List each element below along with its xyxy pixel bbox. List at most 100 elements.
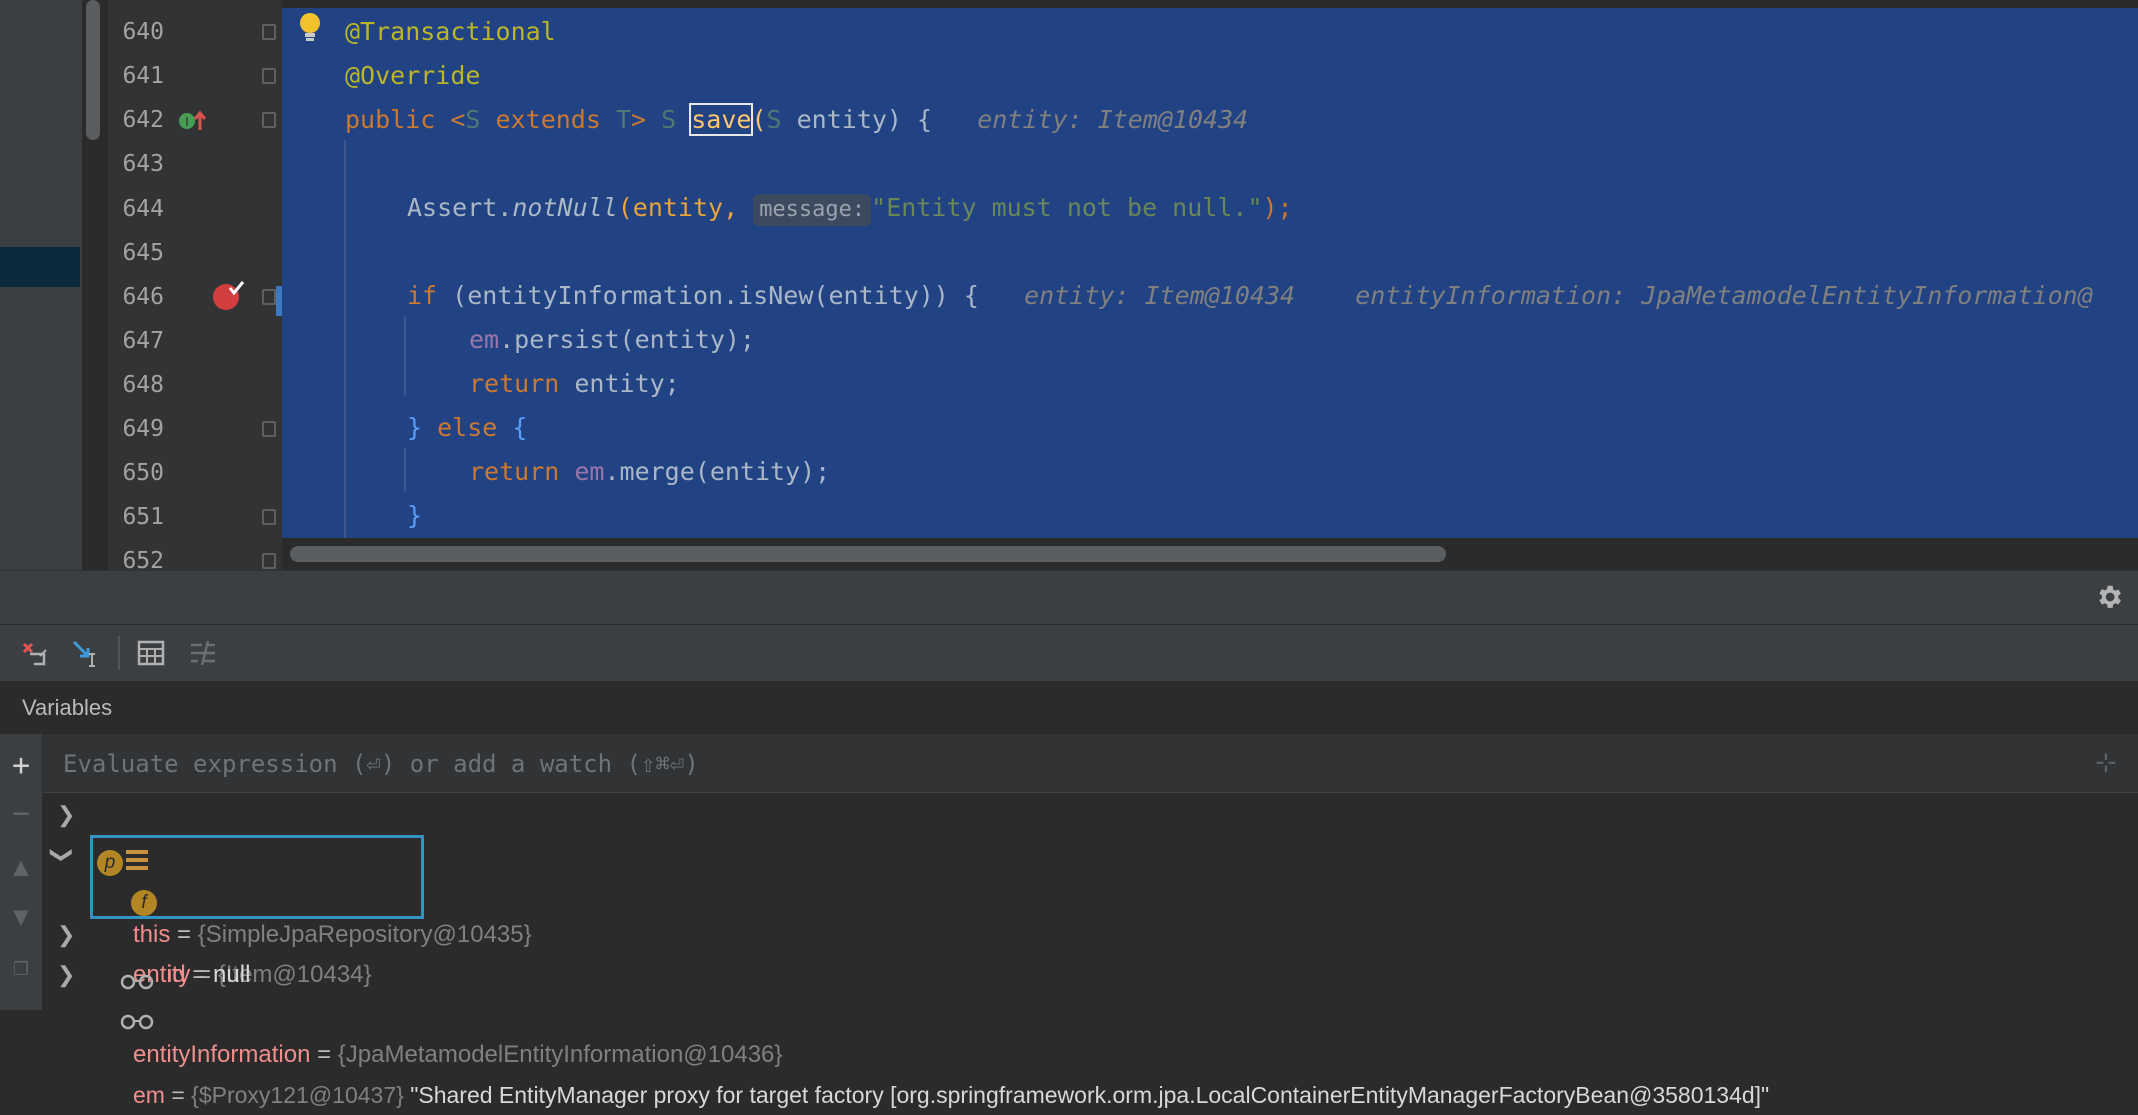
variables-side-toolbar: + − ▲ ▼ ❐ [0,734,43,1010]
add-watch-icon[interactable]: + [0,748,42,783]
debug-panel-header [0,570,2138,625]
call: .persist(entity); [499,325,755,354]
line-number: 648 [122,372,164,398]
variable-string-value: "Shared EntityManager proxy for target f… [403,1082,1770,1108]
method-name-save[interactable]: save [689,103,754,136]
code-line-647[interactable]: em.persist(entity); [469,318,755,362]
field: em [559,457,605,486]
code-line-644[interactable]: Assert.notNull(entity, message: "Entity m… [407,186,1293,230]
variable-value: {JpaMetamodelEntityInformation@10436} [337,1041,783,1068]
chevron-right-icon[interactable]: ❯ [57,915,75,955]
type-param: S [661,105,692,134]
variable-value: {$Proxy121@10437} [191,1082,404,1108]
project-panel-edge [0,0,82,570]
variable-row-em[interactable]: ❯ em = {$Proxy121@10437} "Shared EntityM… [43,955,2138,1108]
indent-guide [404,316,406,396]
line-number: 643 [122,151,164,177]
field: em [469,325,500,354]
horizontal-scrollbar-thumb[interactable] [290,546,1446,562]
move-down-icon[interactable]: ▼ [0,902,42,932]
code-line-642[interactable]: public <S extends T> S save(S entity) { … [345,98,1248,142]
line-number: 646 [122,284,164,310]
fold-marker-icon[interactable] [262,509,276,525]
args: (entity, [617,193,754,222]
line-number: 641 [122,63,164,89]
code-line-648[interactable]: return entity; [469,362,680,406]
line-number: 647 [122,328,164,354]
equals-sign: = [164,1082,192,1108]
remove-watch-icon[interactable]: − [0,796,42,831]
entity-highlight-box [90,835,424,919]
symbol: > [631,105,662,134]
watch-glasses-icon [93,965,154,1085]
settings-list-icon[interactable] [186,636,220,670]
line-number: 651 [122,504,164,530]
brace: } [407,413,438,442]
project-selected-row[interactable] [0,247,80,287]
type-param: S [766,105,782,134]
chevron-right-icon[interactable]: ❯ [57,795,75,835]
evaluate-calculator-icon[interactable] [134,636,168,670]
keyword: extends [480,105,601,134]
code-line-650[interactable]: return em.merge(entity); [469,450,830,494]
code-line-651[interactable]: } [407,494,422,538]
variable-row-this[interactable]: ❯ this = {SimpleJpaRepository@10435} [43,795,2138,948]
indent-guide [404,448,406,492]
keyword: if [407,281,438,310]
vertical-scrollbar-thumb[interactable] [86,0,100,140]
static-method: notNull [512,193,618,222]
brace: { [497,413,528,442]
symbol: ); [1262,193,1293,222]
line-number: 650 [122,460,164,486]
lightbulb-icon[interactable] [296,10,324,46]
fold-marker-icon[interactable] [262,289,276,305]
editor-top-edge [282,0,2138,8]
toolbar-divider [118,636,120,670]
fold-marker-icon[interactable] [262,24,276,40]
chevron-down-icon[interactable]: ❯ [42,846,82,864]
condition: (entityInformation.isNew(entity)) { [437,281,979,310]
evaluate-expression-input[interactable] [61,734,2025,794]
fold-marker-icon[interactable] [262,68,276,84]
code-line-646[interactable]: if (entityInformation.isNew(entity)) { e… [407,274,2093,318]
breakpoint-icon[interactable] [210,278,246,314]
move-up-icon[interactable]: ▲ [0,852,42,882]
svg-text:I: I [185,115,189,129]
param: entity) { [781,105,933,134]
indent-guide [344,140,346,540]
fold-marker-icon[interactable] [262,112,276,128]
run-to-cursor-icon[interactable] [68,636,102,670]
line-number: 644 [122,196,164,222]
variable-text: em = {$Proxy121@10437} "Shared EntityMan… [133,1075,1769,1115]
restore-frame-icon[interactable] [18,636,52,670]
implements-method-icon[interactable]: I [178,108,206,134]
variables-panel-title: Variables [22,695,113,720]
keyword: else [437,413,498,442]
debug-toolbar [0,624,2138,681]
code-line-640[interactable]: @Transactional [345,10,556,54]
type-param: T [600,105,632,134]
current-line-marker [276,286,282,316]
call: .merge(entity); [604,457,831,486]
add-to-watches-icon[interactable]: ⊹ [2095,748,2117,778]
type-param: S [465,105,481,134]
line-number: 645 [122,240,164,266]
keyword: public [345,105,436,134]
code-line-649[interactable]: } else { [407,406,527,450]
inline-debug-value: entity: Item@10434 [978,281,1296,310]
fold-marker-icon[interactable] [262,421,276,437]
variable-text: entityInformation = {JpaMetamodelEntityI… [133,1035,782,1075]
line-number: 640 [122,19,164,45]
chevron-right-icon[interactable]: ❯ [57,955,75,995]
fold-marker-icon[interactable] [262,553,276,569]
parameter-name-hint: message: [753,194,872,226]
line-number: 652 [122,548,164,570]
variable-row-entityInformation[interactable]: ❯ entityInformation = {JpaMetamodelEntit… [43,915,2138,1068]
duplicate-watch-icon[interactable]: ❐ [0,952,42,982]
code-line-641[interactable]: @Override [345,54,480,98]
expr: entity; [559,369,680,398]
variable-name: entityInformation [133,1041,311,1068]
line-number: 649 [122,416,164,442]
symbol: ( [751,105,767,134]
gear-icon[interactable] [2094,582,2124,612]
